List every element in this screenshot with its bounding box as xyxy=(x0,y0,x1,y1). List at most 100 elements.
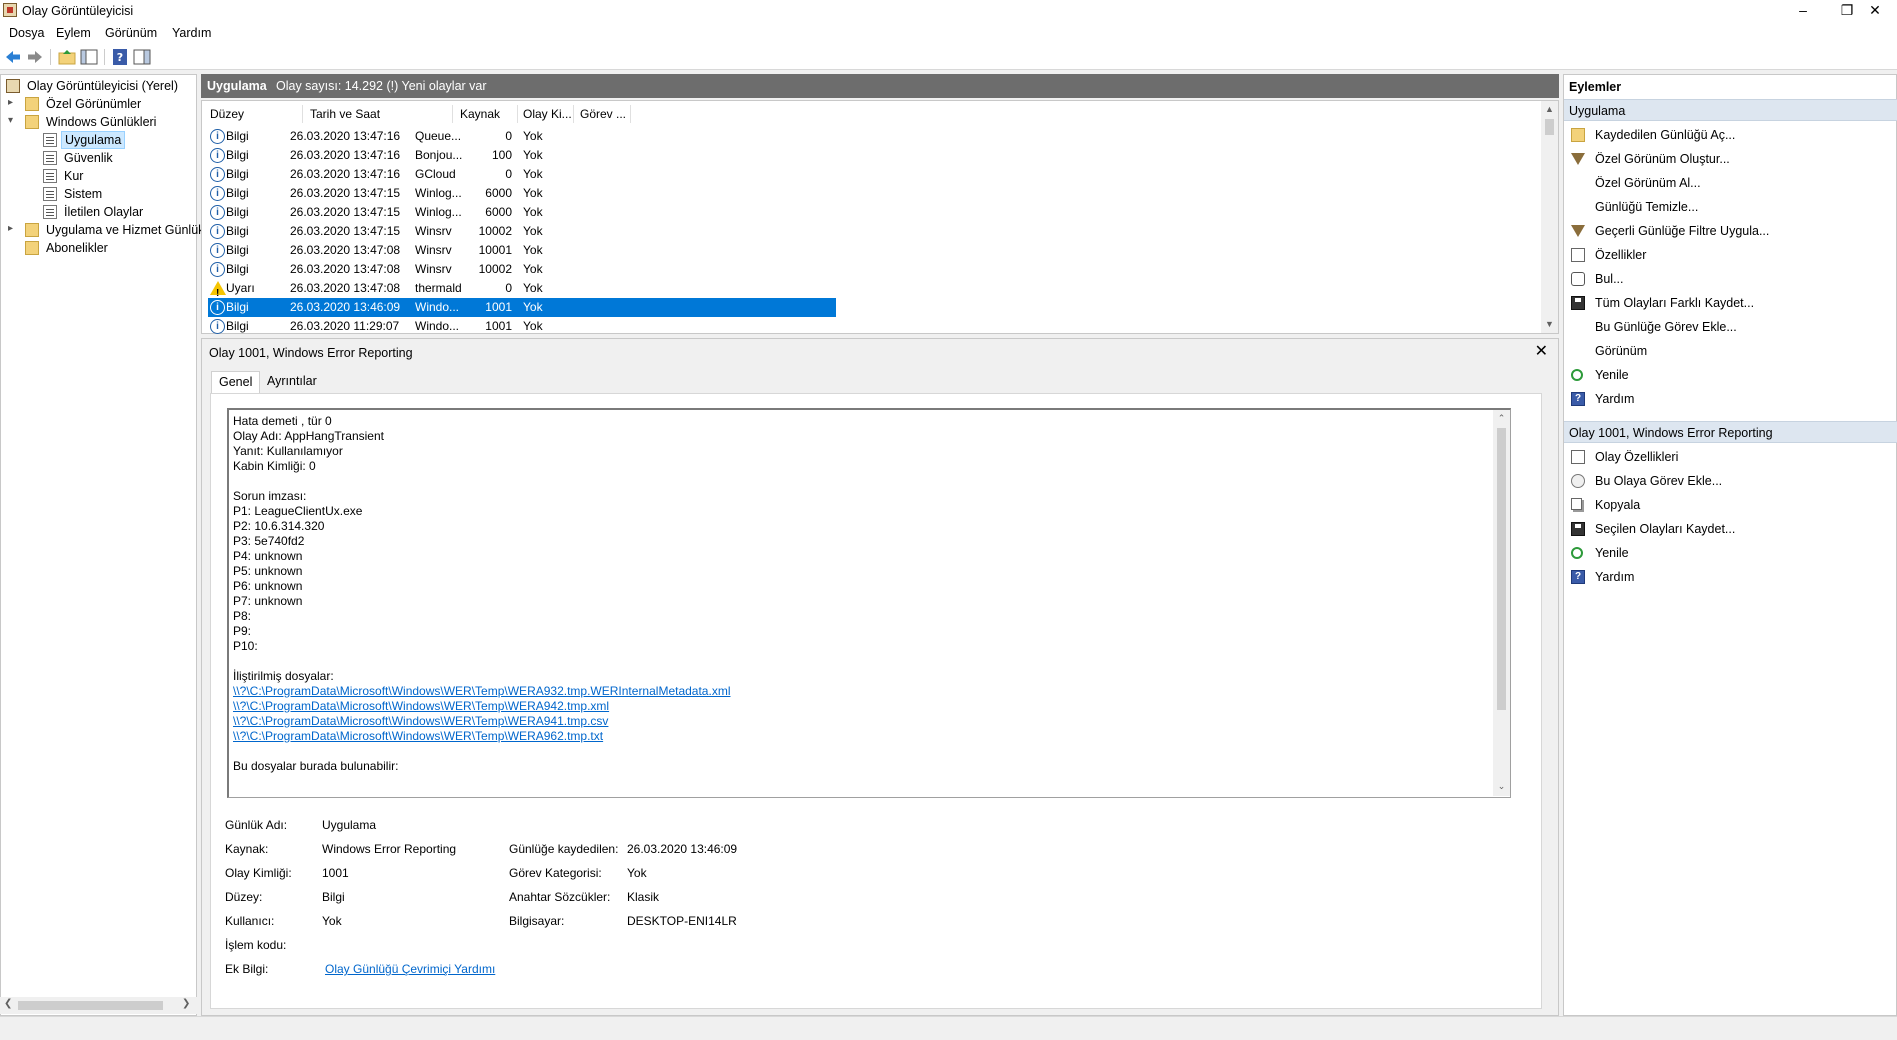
description-scrollbar[interactable]: ⌃ ⌄ xyxy=(1493,410,1510,796)
attached-file-link[interactable]: \\?\C:\ProgramData\Microsoft\Windows\WER… xyxy=(233,684,730,698)
collapse-arrow-icon[interactable]: ▾ xyxy=(8,115,13,126)
show-hide-tree-icon[interactable] xyxy=(80,48,98,66)
table-row[interactable]: i Bilgi 26.03.2020 13:47:15 Winlog... 6000 Yo… xyxy=(208,203,836,222)
event-description[interactable]: Hata demeti , tür 0 Olay Adı: AppHangTran… xyxy=(227,408,1511,798)
close-detail-icon[interactable]: ✕ xyxy=(1535,341,1548,361)
log-name-value: Uygulama xyxy=(322,818,377,832)
action-label: Olay Özellikleri xyxy=(1595,450,1679,464)
cell-task: Yok xyxy=(523,148,543,162)
tab-general[interactable]: Genel xyxy=(211,371,261,393)
cell-source: Bonjou... xyxy=(415,148,463,162)
expand-arrow-icon[interactable]: ▸ xyxy=(8,223,13,234)
column-level[interactable]: Düzey xyxy=(210,107,244,121)
cell-event-id: 1001 xyxy=(485,300,512,314)
column-date[interactable]: Tarih ve Saat xyxy=(310,107,380,121)
cell-source: Windo... xyxy=(415,300,460,314)
column-task[interactable]: Görev ... xyxy=(580,107,626,121)
actions-section-event[interactable]: Olay 1001, Windows Error Reporting xyxy=(1564,421,1897,443)
cell-level: Bilgi xyxy=(226,262,249,276)
column-separator xyxy=(452,105,453,123)
cell-date: 26.03.2020 13:47:08 xyxy=(290,262,401,276)
log-title: Uygulama xyxy=(207,79,267,93)
scroll-left-icon[interactable]: ❮ xyxy=(4,998,12,1009)
menu-help[interactable]: Yardım xyxy=(172,26,211,40)
cell-level: Bilgi xyxy=(226,167,249,181)
cell-event-id: 0 xyxy=(505,281,512,295)
column-separator xyxy=(573,105,574,123)
column-event-id[interactable]: Olay Ki... xyxy=(523,107,572,121)
table-row[interactable]: i Bilgi 26.03.2020 13:47:16 GCloud 0 Yok xyxy=(208,165,836,184)
column-source[interactable]: Kaynak xyxy=(460,107,500,121)
table-row[interactable]: i Bilgi 26.03.2020 13:47:16 Queue... 0 Yok xyxy=(208,127,836,146)
expand-arrow-icon[interactable]: ▸ xyxy=(8,97,13,108)
source-label: Kaynak: xyxy=(225,842,269,856)
log-icon xyxy=(43,169,57,183)
menu-file[interactable]: Dosya xyxy=(9,26,44,40)
cell-date: 26.03.2020 13:47:16 xyxy=(290,148,401,162)
event-list-scrollbar[interactable]: ▲ ▼ xyxy=(1541,101,1558,333)
table-row[interactable]: i Bilgi 26.03.2020 13:47:15 Winsrv 10002 Yok xyxy=(208,222,836,241)
refresh-icon xyxy=(1571,547,1583,559)
column-separator xyxy=(517,105,518,123)
event-viewer-icon xyxy=(3,3,17,17)
info-icon: i xyxy=(210,205,225,220)
table-row[interactable]: i Bilgi 26.03.2020 13:47:16 Bonjou... 100 Yok xyxy=(208,146,836,165)
cell-source: Windo... xyxy=(415,319,460,333)
table-row[interactable]: i Bilgi 26.03.2020 13:47:08 Winsrv 10002 Yok xyxy=(208,260,836,279)
keywords-value: Klasik xyxy=(627,890,660,904)
scroll-up-icon[interactable]: ⌃ xyxy=(1493,410,1510,427)
menu-view[interactable]: Görünüm xyxy=(105,26,157,40)
actions-section-log[interactable]: Uygulama xyxy=(1564,99,1897,121)
cell-event-id: 0 xyxy=(505,129,512,143)
action-label: Bu Günlüğe Görev Ekle... xyxy=(1595,320,1737,334)
tab-details[interactable]: Ayrıntılar xyxy=(260,371,324,393)
help-icon[interactable]: ? xyxy=(111,48,129,66)
forward-arrow-icon[interactable] xyxy=(26,48,44,66)
scroll-thumb[interactable] xyxy=(18,1001,163,1010)
up-folder-icon[interactable] xyxy=(58,48,76,66)
online-help-link[interactable]: Olay Günlüğü Çevrimiçi Yardımı xyxy=(325,962,495,976)
folder-icon xyxy=(25,115,39,129)
warning-icon: ! xyxy=(210,281,226,299)
close-window-button[interactable]: ✕ xyxy=(1853,0,1897,22)
scroll-down-icon[interactable]: ⌄ xyxy=(1493,778,1510,795)
cell-task: Yok xyxy=(523,243,543,257)
log-icon xyxy=(43,133,57,147)
table-row[interactable]: i Bilgi 26.03.2020 13:47:08 Winsrv 10001 Yok xyxy=(208,241,836,260)
show-hide-action-pane-icon[interactable] xyxy=(133,48,151,66)
scroll-up-icon[interactable]: ▲ xyxy=(1541,101,1558,118)
cell-source: Winsrv xyxy=(415,262,452,276)
table-row[interactable]: i Bilgi 26.03.2020 11:29:07 Windo... 1001 Yok xyxy=(208,317,836,336)
cell-level: Bilgi xyxy=(226,224,249,238)
menu-action[interactable]: Eylem xyxy=(56,26,91,40)
action-label: Özel Görünüm Oluştur... xyxy=(1595,152,1730,166)
open-icon xyxy=(1571,128,1585,142)
filter-icon xyxy=(1571,225,1585,237)
level-value: Bilgi xyxy=(322,890,345,904)
table-row[interactable]: ! Uyarı 26.03.2020 13:47:08 thermald 0 Yok xyxy=(208,279,836,299)
back-arrow-icon[interactable] xyxy=(4,48,22,66)
scroll-thumb[interactable] xyxy=(1545,119,1554,135)
table-row[interactable]: i Bilgi 26.03.2020 13:46:09 Windo... 1001 Yok xyxy=(208,298,836,317)
status-bar xyxy=(0,1016,1897,1040)
info-icon: i xyxy=(210,262,225,277)
attached-file-link[interactable]: \\?\C:\ProgramData\Microsoft\Windows\WER… xyxy=(233,729,603,743)
source-value: Windows Error Reporting xyxy=(322,842,457,856)
description-line: P1: LeagueClientUx.exe xyxy=(233,504,363,518)
description-line: Hata demeti , tür 0 xyxy=(233,414,332,428)
attached-file-link[interactable]: \\?\C:\ProgramData\Microsoft\Windows\WER… xyxy=(233,714,608,728)
cell-source: Winsrv xyxy=(415,224,452,238)
cell-task: Yok xyxy=(523,281,543,295)
cell-level: Bilgi xyxy=(226,300,249,314)
tree-horizontal-scrollbar[interactable]: ❮ ❯ xyxy=(0,997,197,1014)
scroll-down-icon[interactable]: ▼ xyxy=(1541,316,1558,333)
scroll-right-icon[interactable]: ❯ xyxy=(182,998,190,1009)
minimize-button[interactable]: – xyxy=(1781,0,1825,22)
keywords-label: Anahtar Sözcükler: xyxy=(509,890,611,904)
action-label: Kopyala xyxy=(1595,498,1641,512)
scroll-thumb[interactable] xyxy=(1497,428,1506,710)
attached-file-link[interactable]: \\?\C:\ProgramData\Microsoft\Windows\WER… xyxy=(233,699,609,713)
table-row[interactable]: i Bilgi 26.03.2020 13:47:15 Winlog... 6000 Yo… xyxy=(208,184,836,203)
info-icon: i xyxy=(210,167,225,182)
event-detail-pane: Olay 1001, Windows Error Reporting ✕ Gen… xyxy=(201,338,1559,1016)
